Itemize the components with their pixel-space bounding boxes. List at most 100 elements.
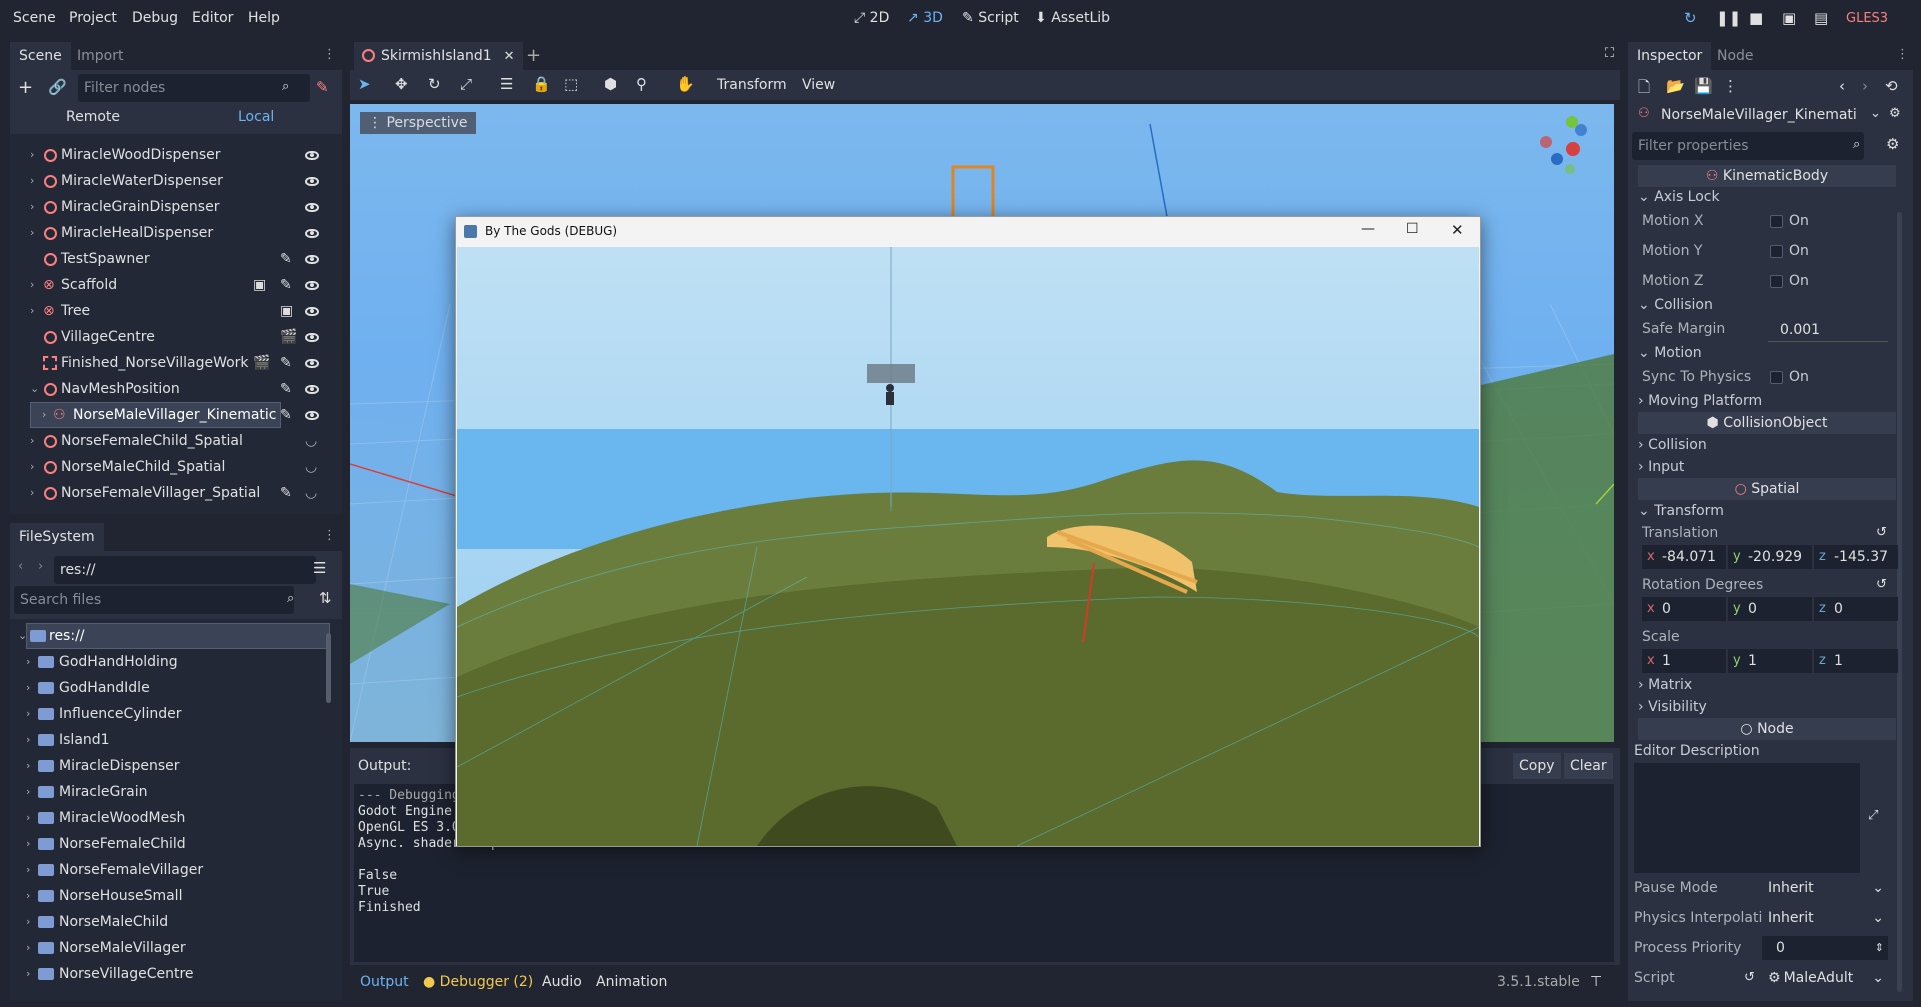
new-resource-icon[interactable]: 🗋 [1638, 77, 1650, 102]
link-icon[interactable]: 🔗 [48, 78, 67, 96]
script-icon[interactable]: ✎ [280, 246, 292, 272]
filter-settings-icon[interactable]: ⚙ [1886, 135, 1899, 153]
history-icon[interactable]: ⟲ [1885, 77, 1898, 95]
group-transform[interactable]: ⌄ Transform [1638, 503, 1724, 519]
tree-row[interactable]: › ⊗ Tree ▣ [10, 298, 330, 324]
fullscreen-icon[interactable]: ⛶ [1605, 46, 1614, 61]
tree-row[interactable]: › MiracleWaterDispenser [10, 168, 330, 194]
back-icon[interactable]: ‹ [18, 559, 23, 574]
add-node-icon[interactable]: + [18, 77, 33, 98]
visibility-icon[interactable] [305, 281, 319, 290]
folder-row[interactable]: › MiracleDispenser [10, 753, 310, 779]
new-tab-icon[interactable]: + [526, 45, 541, 66]
stop-icon[interactable]: ■ [1749, 9, 1763, 27]
select-icon[interactable]: ➤ [358, 75, 371, 93]
pause-mode-select[interactable]: Inherit ⌄ [1762, 876, 1888, 900]
more-icon[interactable]: ⋮ [323, 47, 336, 62]
perspective-menu[interactable]: ⋮ Perspective [360, 112, 476, 134]
revert-icon[interactable]: ↺ [1744, 970, 1755, 985]
script-icon[interactable]: ✎ [280, 402, 292, 428]
translation-z-field[interactable]: z -145.37 [1814, 545, 1898, 569]
menu-help[interactable]: Help [248, 10, 280, 26]
close-icon[interactable]: ✕ [504, 49, 515, 64]
group-visibility[interactable]: › Visibility [1638, 699, 1707, 715]
motion-z-checkbox[interactable] [1770, 275, 1783, 288]
object-selector[interactable]: NorseMaleVillager_Kinemati [1661, 107, 1857, 123]
filter-properties-input[interactable]: Filter properties [1632, 132, 1864, 160]
scrollbar[interactable] [326, 633, 331, 703]
mode-script-button[interactable]: ✎ Script [962, 10, 1019, 26]
revert-icon[interactable]: ↺ [1876, 525, 1887, 540]
motion-x-checkbox[interactable] [1770, 215, 1783, 228]
tree-row[interactable]: › NorseMaleChild_Spatial ◡ [10, 454, 330, 480]
group-axis-lock[interactable]: ⌄ Axis Lock [1638, 189, 1720, 205]
tab-output[interactable]: Output [360, 974, 409, 990]
open-scene-icon[interactable]: ▣ [253, 272, 266, 298]
forward-icon[interactable]: › [38, 559, 43, 574]
tree-row[interactable]: › NorseFemaleChild_Spatial ◡ [10, 428, 330, 454]
visibility-icon[interactable] [305, 203, 319, 212]
transform-menu[interactable]: Transform [717, 77, 787, 93]
path-input[interactable]: res:// [54, 556, 316, 584]
folder-row[interactable]: › MiracleWoodMesh [10, 805, 310, 831]
menu-debug[interactable]: Debug [132, 10, 178, 26]
rotate-icon[interactable]: ↻ [428, 75, 441, 93]
minimize-icon[interactable]: — [1361, 221, 1375, 237]
tab-scene[interactable]: Scene [10, 42, 71, 70]
pause-icon[interactable]: ❚❚ [1716, 9, 1741, 27]
visibility-icon[interactable] [305, 307, 319, 316]
scale-y-field[interactable]: y1 [1728, 649, 1812, 673]
tab-audio[interactable]: Audio [542, 974, 582, 990]
group-motion[interactable]: ⌄ Motion [1638, 345, 1702, 361]
group-collision[interactable]: ⌄ Collision [1638, 297, 1713, 313]
play-scene-icon[interactable]: ▣ [1782, 9, 1796, 27]
folder-row[interactable]: › NorseMaleVillager [10, 935, 310, 961]
close-icon[interactable]: ✕ [1451, 221, 1464, 239]
script-icon[interactable]: ✎ [280, 272, 292, 298]
rotation-y-field[interactable]: y0 [1728, 597, 1812, 621]
rotation-x-field[interactable]: x0 [1642, 597, 1726, 621]
group-input[interactable]: › Input [1638, 459, 1684, 475]
hidden-icon[interactable]: ◡ [305, 480, 317, 506]
menu-scene[interactable]: Scene [13, 10, 56, 26]
scale-z-field[interactable]: z1 [1814, 649, 1898, 673]
maximize-icon[interactable]: ☐ [1406, 221, 1419, 237]
folder-row[interactable]: › NorseFemaleVillager [10, 857, 310, 883]
open-scene-icon[interactable]: ▣ [280, 298, 293, 324]
folder-row[interactable]: › InfluenceCylinder [10, 701, 310, 727]
group-icon[interactable]: ⬚ [564, 75, 578, 93]
tree-row[interactable]: TestSpawner ✎ [10, 246, 330, 272]
pin-icon[interactable]: ⊤ [1590, 974, 1602, 990]
editor-description-field[interactable] [1634, 763, 1860, 873]
clear-button[interactable]: Clear [1564, 753, 1613, 779]
renderer-label[interactable]: GLES3 [1846, 11, 1888, 26]
save-resource-icon[interactable]: 💾 [1694, 77, 1713, 95]
revert-icon[interactable]: ↺ [1876, 577, 1887, 592]
history-forward-icon[interactable]: › [1862, 77, 1868, 95]
tree-row[interactable]: VillageCentre 🎬 [10, 324, 330, 350]
play-custom-icon[interactable]: ▤ [1814, 9, 1828, 27]
folder-row[interactable]: › NorseVillageCentre [10, 961, 310, 987]
tree-row[interactable]: Finished_NorseVillageWork 🎬 ✎ [10, 350, 330, 376]
remote-button[interactable]: Remote [66, 109, 120, 125]
move-icon[interactable]: ✥ [395, 75, 408, 93]
tab-filesystem[interactable]: FileSystem [10, 523, 104, 551]
more-options-icon[interactable]: ⋮ [1723, 77, 1738, 95]
load-resource-icon[interactable]: 📂 [1666, 77, 1685, 95]
snap-icon[interactable]: ⚲ [636, 75, 647, 93]
folder-row[interactable]: › NorseFemaleChild [10, 831, 310, 857]
tab-skirmish[interactable]: SkirmishIsland1 ✕ [354, 42, 523, 70]
visibility-icon[interactable] [305, 385, 319, 394]
menu-editor[interactable]: Editor [192, 10, 233, 26]
script-icon[interactable]: ✎ [280, 480, 292, 506]
process-priority-spinbox[interactable]: 0 ⇕ [1762, 936, 1888, 960]
visibility-icon[interactable] [305, 333, 319, 342]
expand-icon[interactable]: ⤢ [1868, 808, 1878, 823]
safe-margin-field[interactable]: 0.001 [1768, 318, 1888, 342]
translation-x-field[interactable]: x -84.071 [1642, 545, 1726, 569]
search-files-input[interactable]: Search files [14, 586, 294, 614]
tree-row[interactable]: › MiracleGrainDispenser [10, 194, 330, 220]
visibility-icon[interactable] [305, 177, 319, 186]
group-collision-2[interactable]: › Collision [1638, 437, 1707, 453]
sort-icon[interactable]: ⇅ [319, 589, 332, 607]
